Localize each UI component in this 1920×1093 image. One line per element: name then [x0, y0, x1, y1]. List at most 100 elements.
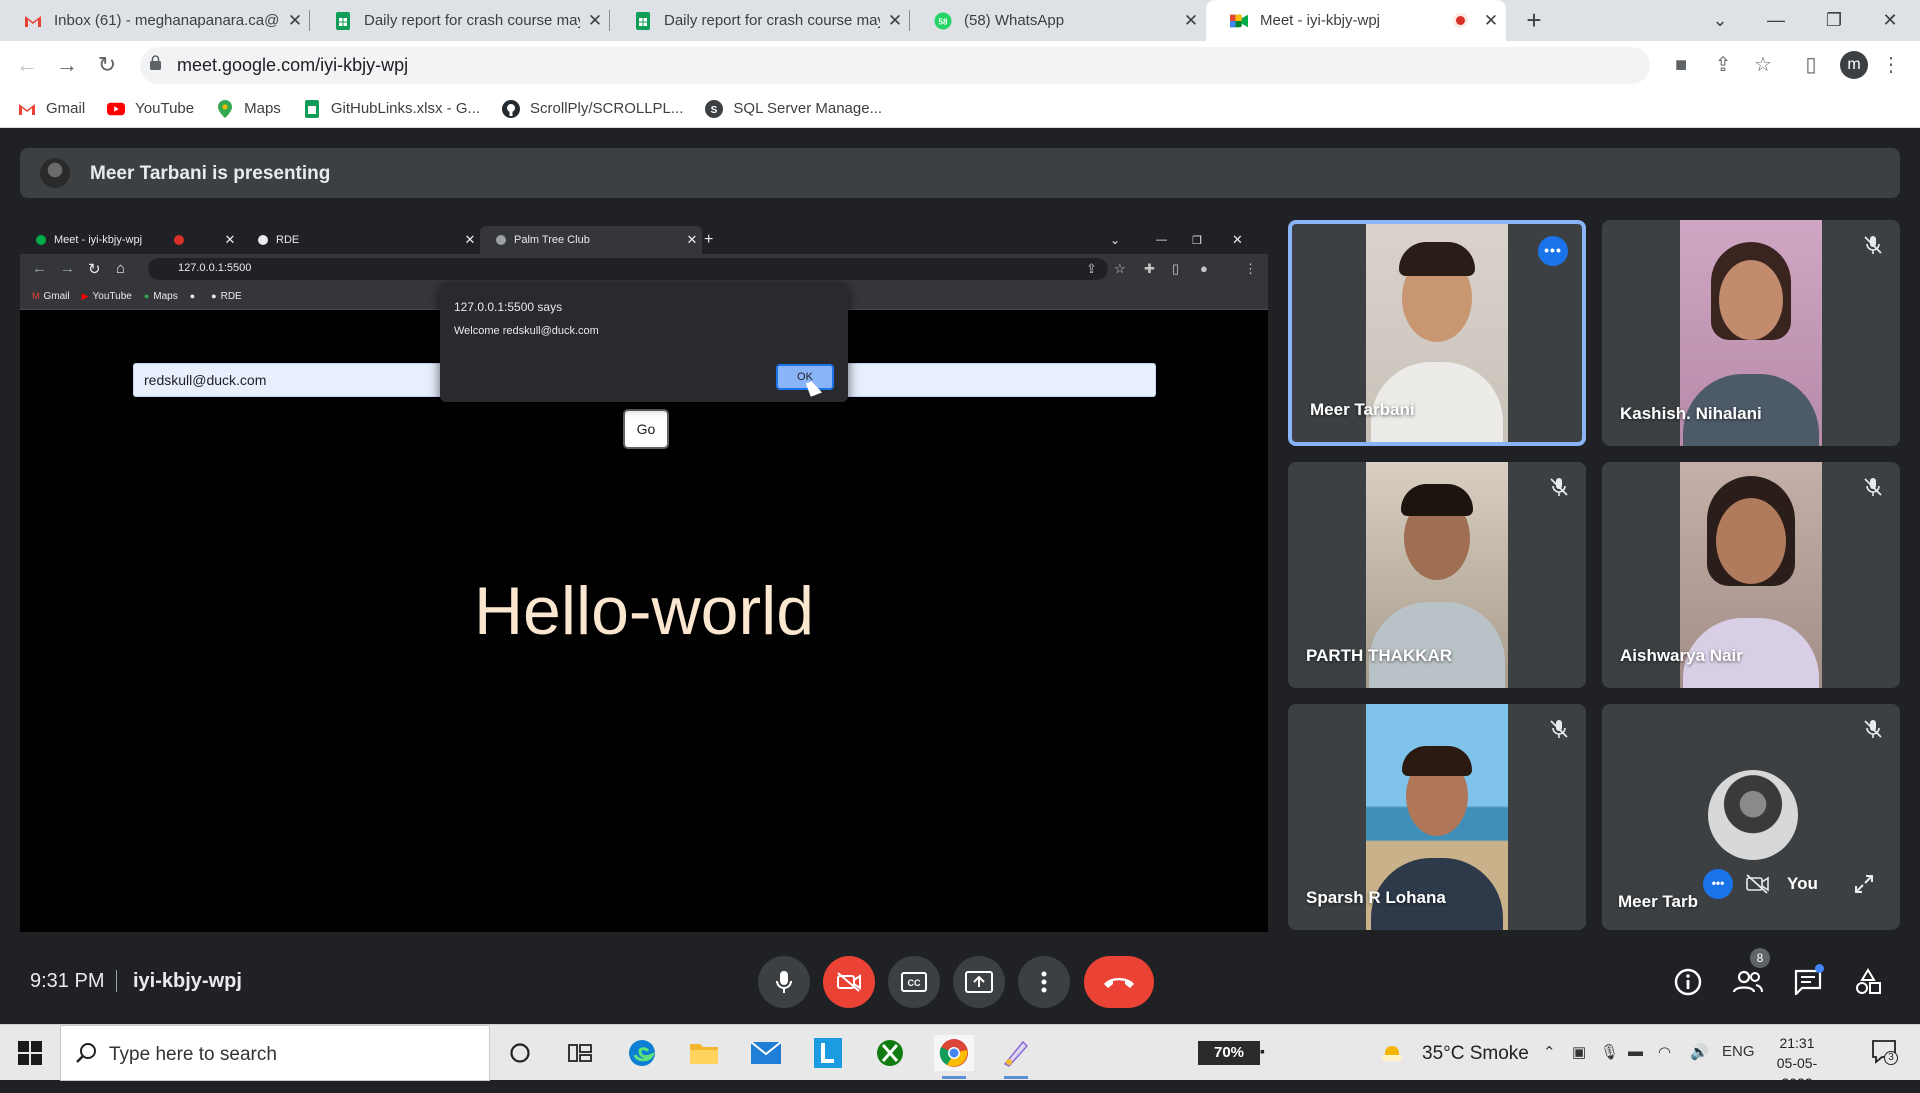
windows-start-icon[interactable]	[18, 1041, 42, 1065]
recording-icon	[1453, 13, 1468, 28]
microphone-button[interactable]	[758, 956, 810, 1008]
more-options-icon[interactable]: •••	[1703, 869, 1733, 899]
hair	[1402, 746, 1472, 776]
shared-address-bar	[148, 258, 1108, 280]
leave-call-button[interactable]	[1084, 956, 1154, 1008]
meet-tray-icon[interactable]: ▬	[1628, 1043, 1643, 1060]
bookmark-label: YouTube	[135, 100, 195, 117]
wifi-icon[interactable]: ◠	[1658, 1043, 1671, 1061]
shared-tab-strip: Meet - iyi-kbjy-wpj ✕ RDE ✕ Palm Tree Cl…	[20, 220, 1268, 254]
search-icon	[76, 1043, 96, 1063]
bookmark-star-icon[interactable]: ☆	[1750, 52, 1776, 78]
participant-tile-sparsh[interactable]: Sparsh R Lohana	[1288, 704, 1586, 930]
globe-icon	[496, 235, 506, 245]
close-icon[interactable]: ✕	[280, 11, 310, 31]
shared-toolbar: ← → ↻ ⌂ 127.0.0.1:5500 ⇪ ☆ ✚ ▯ ● ⋮	[20, 254, 1268, 284]
browser-tab-gmail[interactable]: Inbox (61) - meghanapanara.ca@ ✕	[0, 0, 310, 41]
notification-count: 3	[1884, 1051, 1898, 1065]
close-icon[interactable]: ✕	[1476, 11, 1506, 31]
bookmark-gmail[interactable]: Gmail	[18, 100, 85, 118]
device-icon[interactable]: ▣	[1572, 1043, 1586, 1061]
profile-avatar[interactable]: m	[1840, 51, 1868, 79]
notification-center-icon[interactable]: 3	[1870, 1037, 1900, 1067]
close-icon[interactable]: ✕	[580, 11, 610, 31]
minimize-button[interactable]: —	[1748, 0, 1804, 41]
globe-icon: ●	[211, 291, 217, 301]
share-icon: ⇪	[1086, 261, 1097, 276]
bookmark-sql-server[interactable]: S SQL Server Manage...	[705, 99, 882, 118]
participant-tile-parth[interactable]: PARTH THAKKAR	[1288, 462, 1586, 688]
captions-button[interactable]: CC	[888, 956, 940, 1008]
participant-tile-aishwarya[interactable]: Aishwarya Nair	[1602, 462, 1900, 688]
camera-off-icon[interactable]	[1745, 873, 1771, 895]
taskbar-clock[interactable]: 21:31 05-05-2022	[1762, 1033, 1832, 1093]
shared-tab-title: RDE	[276, 234, 300, 246]
presenting-banner: Meer Tarbani is presenting	[20, 148, 1900, 198]
side-panel-icon[interactable]: ▯	[1798, 52, 1824, 78]
camera-in-use-icon[interactable]: ■	[1668, 52, 1694, 78]
paint-icon[interactable]	[996, 1035, 1036, 1079]
volume-icon[interactable]: 🔊	[1690, 1043, 1709, 1061]
participant-name: Aishwarya Nair	[1620, 646, 1743, 665]
mic-off-icon	[1864, 236, 1882, 254]
forward-icon[interactable]: →	[52, 50, 82, 80]
participant-name: Sparsh R Lohana	[1306, 888, 1446, 907]
expand-icon[interactable]	[1853, 873, 1875, 895]
people-button[interactable]	[1732, 966, 1764, 998]
browser-tab-meet[interactable]: Meet - iyi-kbjy-wpj ✕	[1206, 0, 1506, 41]
participant-name: Meer Tarb	[1618, 892, 1698, 911]
participant-tile-kashish[interactable]: Kashish. Nihalani	[1602, 220, 1900, 446]
microphone-icon[interactable]: 🎙	[1600, 1043, 1619, 1061]
bookmark-githublinks[interactable]: GitHubLinks.xlsx - G...	[303, 99, 480, 118]
bookmark-scrollply[interactable]: ScrollPly/SCROLLPL...	[502, 99, 683, 118]
browser-tab-sheets-2[interactable]: Daily report for crash course may ✕	[610, 0, 910, 41]
clock-time: 21:31	[1779, 1035, 1815, 1051]
participant-tile-meer-tarbani[interactable]: ••• Meer Tarbani	[1288, 220, 1586, 446]
present-button[interactable]	[953, 956, 1005, 1008]
activities-button[interactable]	[1852, 966, 1884, 998]
l-app-icon[interactable]	[808, 1035, 848, 1071]
chevron-up-icon[interactable]: ⌃	[1543, 1043, 1556, 1061]
close-window-button[interactable]: ✕	[1862, 0, 1918, 41]
close-icon[interactable]: ✕	[1176, 11, 1206, 31]
browser-tab-whatsapp[interactable]: 58 (58) WhatsApp ✕	[910, 0, 1206, 41]
close-icon[interactable]: ✕	[880, 11, 910, 31]
meeting-details-button[interactable]	[1672, 966, 1704, 998]
cortana-icon[interactable]	[500, 1035, 540, 1071]
more-options-button[interactable]	[1018, 956, 1070, 1008]
mic-off-icon	[1550, 720, 1568, 738]
shared-go-button: Go	[623, 409, 669, 449]
reload-icon[interactable]: ↻	[92, 50, 122, 80]
sheets-icon	[634, 11, 652, 30]
xbox-icon[interactable]	[870, 1035, 910, 1071]
weather-text[interactable]: 35°C Smoke	[1422, 1043, 1529, 1065]
chrome-icon[interactable]	[934, 1035, 974, 1079]
browser-tab-sheets-1[interactable]: Daily report for crash course may ✕	[310, 0, 610, 41]
participant-tile-self[interactable]: Meer Tarb ••• You	[1602, 704, 1900, 930]
file-explorer-icon[interactable]	[684, 1035, 724, 1071]
taskbar-search-box[interactable]: Type here to search	[60, 1025, 490, 1081]
bookmark-youtube[interactable]: YouTube	[107, 100, 194, 118]
task-view-icon[interactable]	[560, 1035, 600, 1071]
lock-icon[interactable]	[150, 55, 161, 70]
restore-button[interactable]: ❐	[1806, 0, 1862, 41]
new-tab-button[interactable]: +	[1518, 4, 1550, 36]
self-view-controls: ••• You	[1697, 864, 1887, 904]
language-indicator[interactable]: ENG	[1722, 1043, 1755, 1060]
mail-icon[interactable]	[746, 1035, 786, 1071]
recording-icon	[174, 235, 184, 245]
more-options-icon[interactable]: •••	[1538, 236, 1568, 266]
camera-button[interactable]	[823, 956, 875, 1008]
battery-indicator[interactable]: 70%	[1198, 1041, 1260, 1065]
shared-tab-meet: Meet - iyi-kbjy-wpj ✕	[20, 226, 240, 254]
url-text[interactable]: meet.google.com/iyi-kbjy-wpj	[177, 55, 408, 76]
shared-tab-title: Meet - iyi-kbjy-wpj	[54, 234, 143, 246]
share-icon[interactable]: ⇪	[1710, 52, 1736, 78]
back-icon[interactable]: ←	[12, 50, 42, 80]
tab-search-icon[interactable]: ⌄	[1692, 0, 1748, 41]
menu-icon[interactable]: ⋮	[1878, 52, 1904, 78]
alert-title: 127.0.0.1:5500 says	[454, 300, 563, 314]
edge-icon[interactable]	[622, 1035, 662, 1071]
presenting-text: Meer Tarbani is presenting	[90, 163, 331, 184]
bookmark-maps[interactable]: Maps	[216, 99, 281, 118]
